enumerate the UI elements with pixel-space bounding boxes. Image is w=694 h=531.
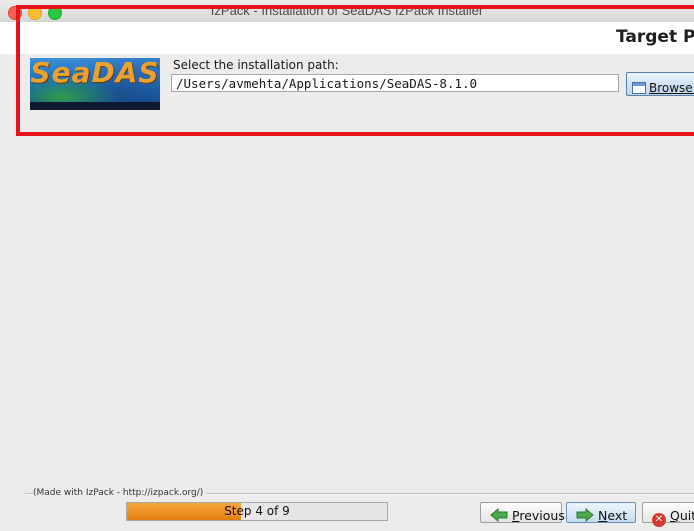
seadas-logo: SeaDAS	[30, 58, 160, 110]
panel-header	[0, 22, 694, 54]
panel-title: Target Pa	[616, 27, 694, 47]
made-with-izpack-label: (Made with IzPack - http://izpack.org/)	[33, 488, 207, 498]
logo-text: SeaDAS	[30, 58, 160, 89]
right-arrow-icon	[576, 508, 594, 522]
previous-button-label: Previous	[512, 508, 565, 523]
install-path-input[interactable]	[171, 74, 619, 92]
next-button-label: Next	[598, 508, 628, 523]
previous-button[interactable]: Previous	[480, 502, 565, 523]
quit-button[interactable]: ✕ Quit	[642, 502, 694, 527]
quit-icon: ✕	[652, 513, 666, 527]
quit-button-label: Quit	[670, 508, 694, 523]
folder-icon	[632, 82, 646, 94]
progress-label: Step 4 of 9	[224, 504, 290, 518]
step-progress-bar: Step 4 of 9	[126, 502, 388, 521]
browse-button-label: Browse..	[649, 81, 694, 95]
logo-band	[30, 102, 160, 110]
browse-button[interactable]: Browse..	[626, 72, 694, 96]
window-title: IzPack - Installation of SeaDAS IzPack I…	[210, 3, 484, 18]
next-button[interactable]: Next	[566, 502, 636, 523]
left-arrow-icon	[490, 508, 508, 522]
install-path-label: Select the installation path:	[173, 58, 339, 72]
window-titlebar[interactable]: IzPack - Installation of SeaDAS IzPack I…	[0, 0, 694, 23]
